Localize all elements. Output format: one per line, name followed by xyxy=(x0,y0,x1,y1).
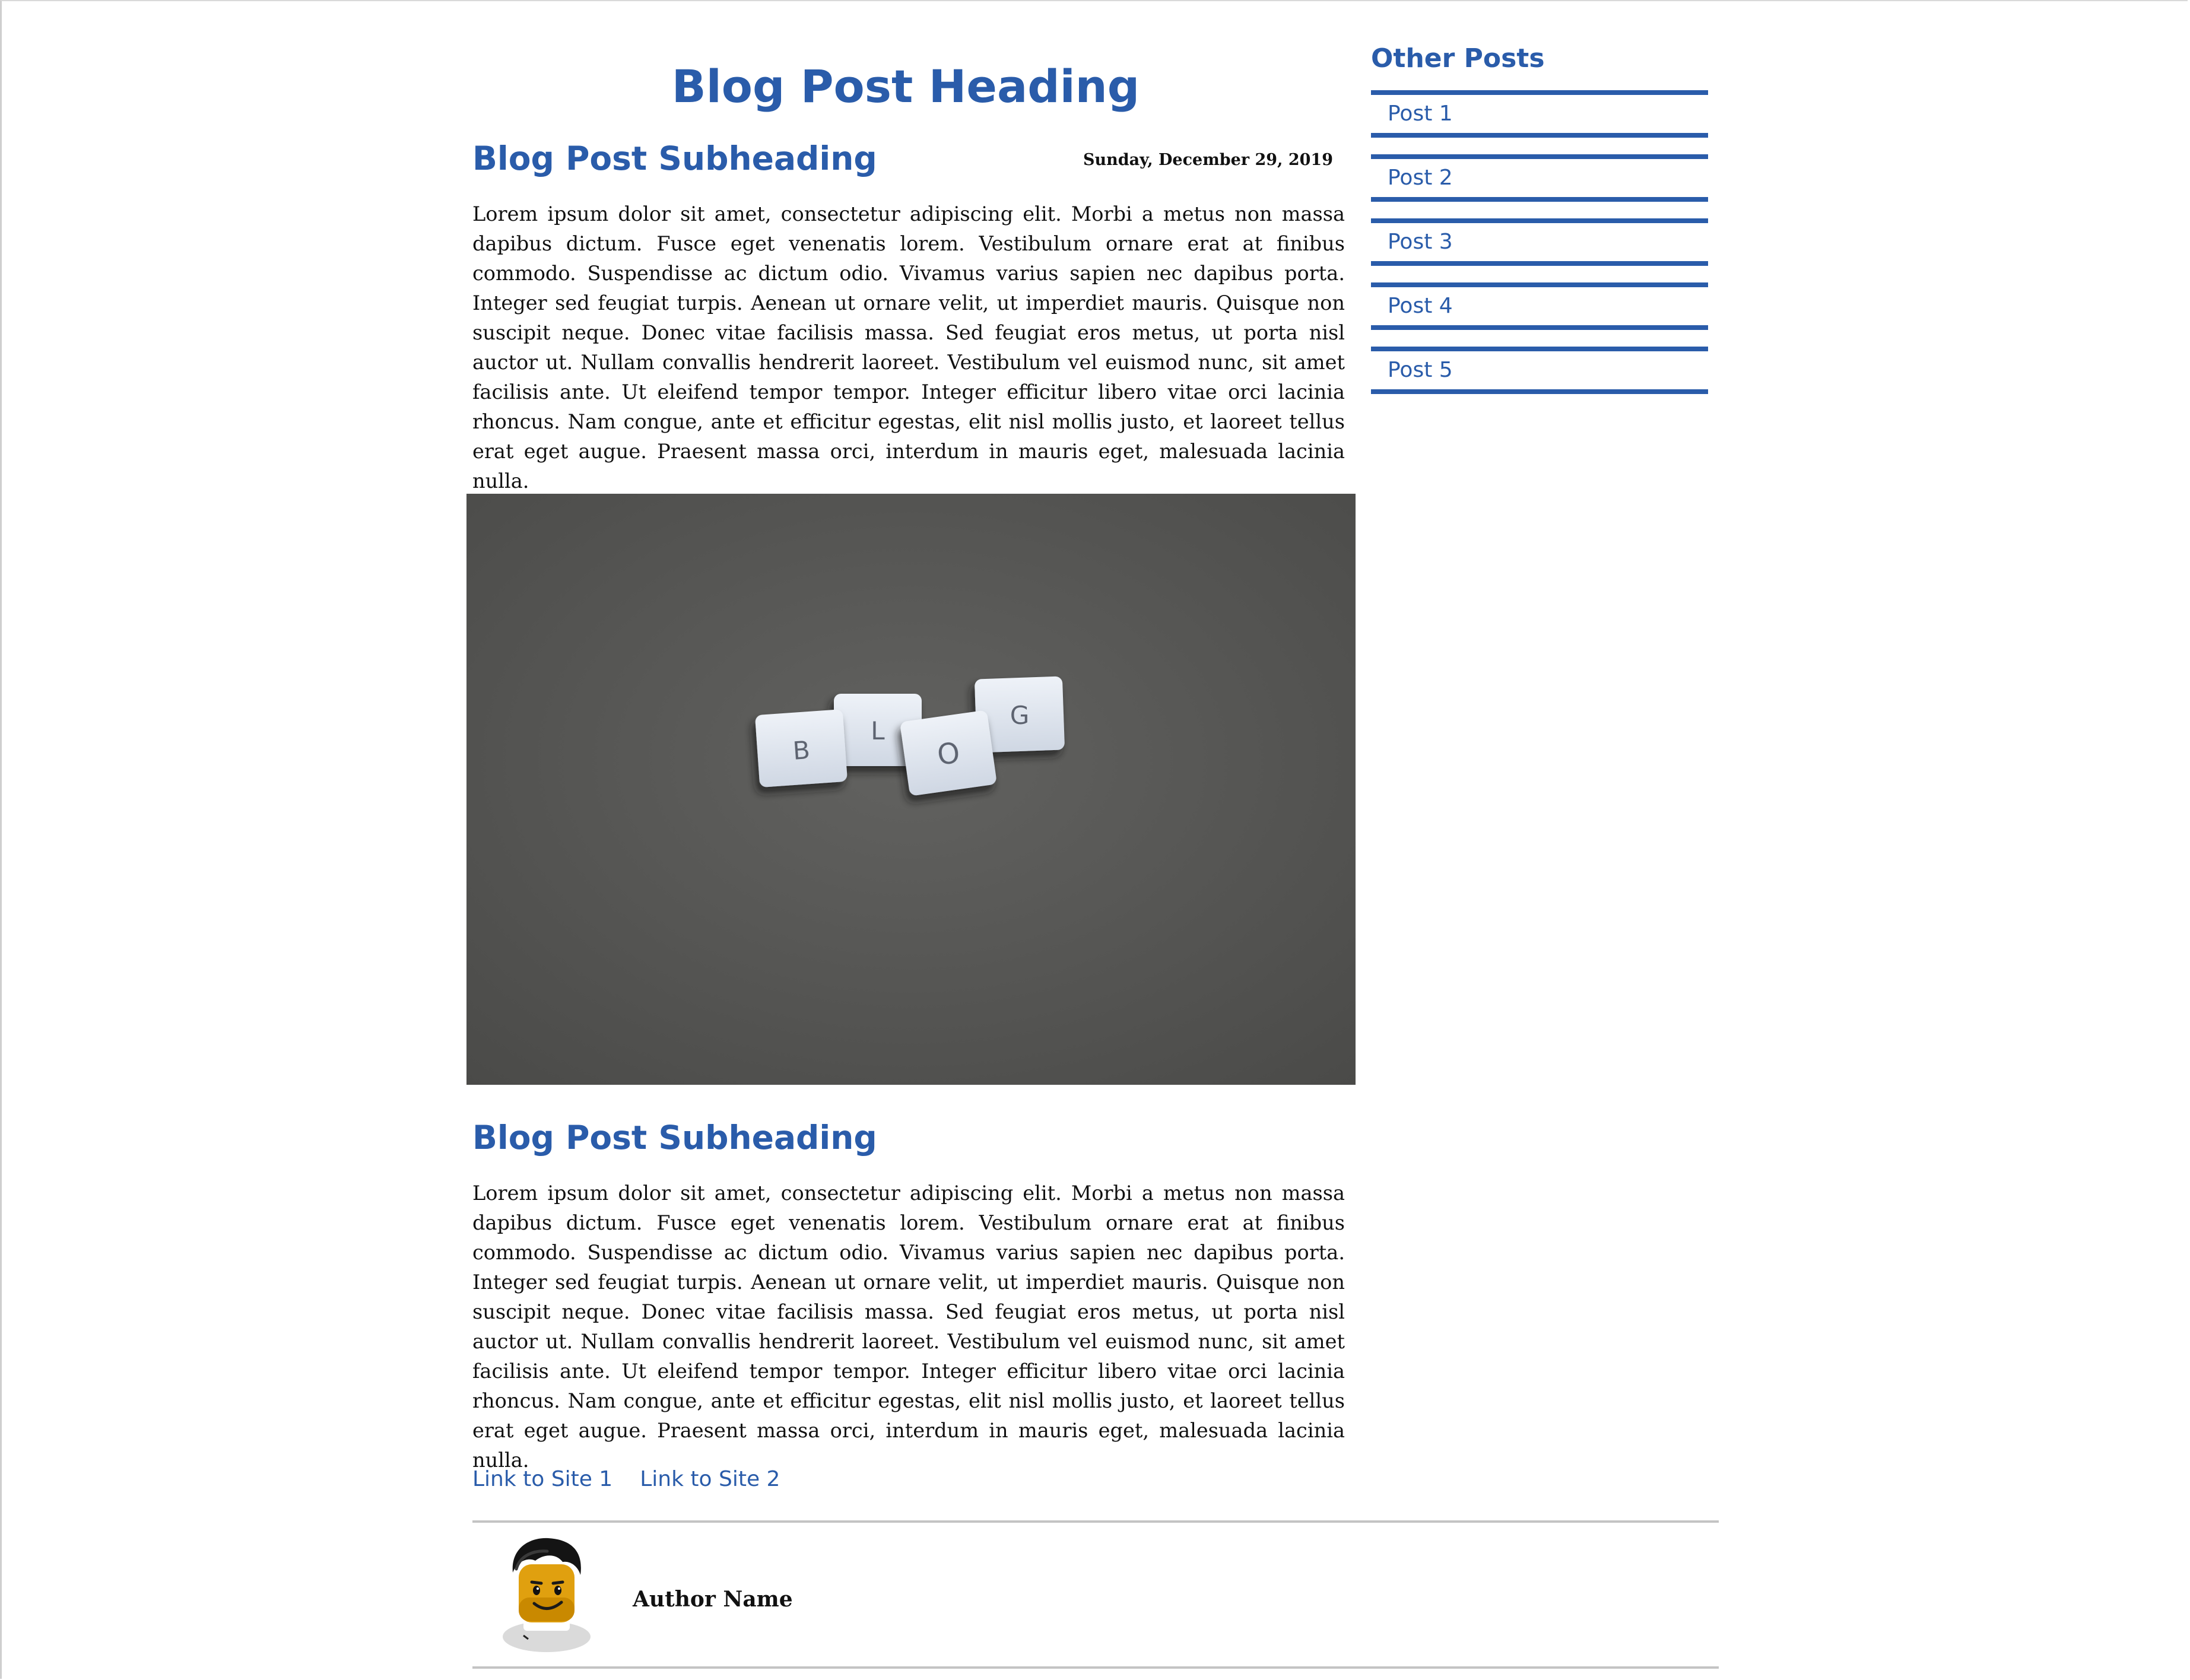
section-body-1: Lorem ipsum dolor sit amet, consectetur … xyxy=(472,202,1345,493)
svg-text:B: B xyxy=(792,735,811,766)
sidebar-item-post-4[interactable]: Post 4 xyxy=(1371,282,1708,330)
author-divider-top xyxy=(472,1520,1719,1523)
link-to-site-2[interactable]: Link to Site 2 xyxy=(640,1465,780,1494)
sidebar-item-post-5[interactable]: Post 5 xyxy=(1371,347,1708,394)
svg-text:G: G xyxy=(1010,701,1030,730)
svg-text:L: L xyxy=(871,716,885,745)
link-to-site-1[interactable]: Link to Site 1 xyxy=(472,1465,612,1494)
sidebar-item-post-2[interactable]: Post 2 xyxy=(1371,154,1708,202)
blog-tiles-image: L G B O xyxy=(466,494,1356,1085)
author-name: Author Name xyxy=(633,1587,793,1612)
author-divider-bottom xyxy=(472,1666,1719,1669)
author-avatar-icon xyxy=(503,1538,591,1652)
site-links: Link to Site 1 Link to Site 2 xyxy=(472,1465,780,1494)
page-title: Blog Post Heading xyxy=(671,60,1140,113)
tile-b: B xyxy=(755,709,848,787)
section-subheading-2: Blog Post Subheading xyxy=(472,1119,877,1157)
section-subheading-1: Blog Post Subheading xyxy=(472,139,877,177)
post-date: Sunday, December 29, 2019 xyxy=(1083,151,1333,169)
tile-o: O xyxy=(900,710,996,796)
section-body-2: Lorem ipsum dolor sit amet, consectetur … xyxy=(472,1182,1345,1472)
svg-text:O: O xyxy=(935,736,962,773)
other-posts-list: Post 1 Post 2 Post 3 Post 4 Post 5 xyxy=(1371,90,1708,411)
sidebar-title: Other Posts xyxy=(1371,43,1545,74)
sidebar-item-post-1[interactable]: Post 1 xyxy=(1371,90,1708,138)
sidebar-item-post-3[interactable]: Post 3 xyxy=(1371,218,1708,266)
